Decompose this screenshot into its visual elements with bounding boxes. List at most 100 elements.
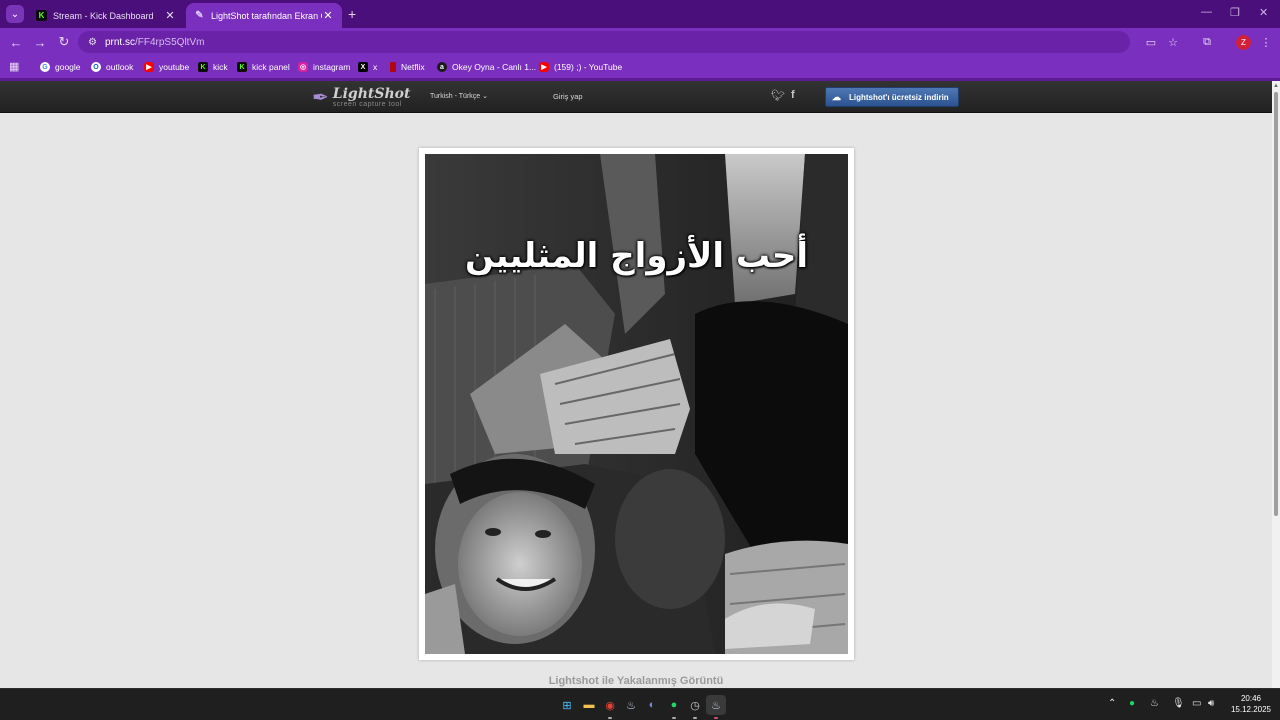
chrome-icon[interactable]: ◉ [600, 695, 620, 715]
bookmark-label: Netflix [401, 62, 425, 72]
chevron-down-icon: ⌄ [10, 8, 20, 20]
bookmark-outlook[interactable]: Ooutlook [91, 59, 133, 75]
browser-toolbar: ← → ↻ ⚙ prnt.sc/FF4rpS5QltVm ▭ ☆ ⧉ ⋮ [0, 28, 1280, 56]
bookmark-x[interactable]: Xx [358, 59, 377, 75]
tray-overflow-icon[interactable]: ⌃ [1108, 698, 1116, 709]
login-link[interactable]: Giriş yap [553, 92, 583, 101]
tab-kick-dashboard[interactable]: K Stream - Kick Dashboard ✕ [28, 3, 184, 28]
download-button-label: Lightshot'ı ücretsiz indirin [849, 92, 949, 102]
lightshot-header: ✒ LightShot screen capture tool Turkish … [0, 81, 1272, 113]
okey-icon: a [437, 62, 447, 72]
new-tab-button[interactable]: + [348, 6, 356, 22]
bookmarks-bar: ▦ Ggoogle Ooutlook ▶ youtube Kkick Kkick … [0, 56, 1280, 78]
browser-tab-strip: ⌄ K Stream - Kick Dashboard ✕ ✎ LightSho… [0, 0, 1280, 28]
bookmark-instagram[interactable]: ◎ instagram [298, 59, 350, 75]
menu-icon[interactable]: ⋮ [1259, 35, 1273, 49]
microphone-icon[interactable]: 🎙︎ [1172, 698, 1185, 709]
logo-tagline: screen capture tool [332, 101, 402, 108]
x-icon: X [358, 62, 368, 72]
tab-lightshot[interactable]: ✎ LightShot tarafından Ekran Görü ✕ [186, 3, 342, 28]
windows-start-icon[interactable]: ⊞ [557, 695, 577, 715]
running-indicator [693, 717, 697, 719]
close-tab-icon[interactable]: ✕ [164, 9, 176, 22]
reload-button[interactable]: ↻ [56, 34, 72, 50]
language-selector[interactable]: Turkish - Türkçe ⌄ [430, 92, 488, 100]
apps-grid-icon[interactable]: ▦ [9, 60, 19, 73]
taskbar-clock[interactable]: 20:46 15.12.2025 [1226, 693, 1276, 715]
google-icon: G [40, 62, 50, 72]
clock-app-icon[interactable]: ◷ [685, 695, 705, 715]
site-info-icon[interactable]: ⚙ [88, 37, 97, 48]
file-explorer-icon[interactable]: ▬ [579, 695, 599, 715]
steam-tray-icon[interactable]: ♨ [1150, 698, 1159, 709]
restore-button[interactable]: ❐ [1230, 6, 1240, 19]
taskbar: ⊞ ▬ ◉ ♨ ◐ ● ◷ ♨ ⌃ ● ♨ 🎙︎ ▭ 🔊︎ 20:46 15.1… [0, 688, 1280, 720]
steam-icon[interactable]: ♨ [621, 695, 641, 715]
bookmark-label: instagram [313, 62, 351, 72]
screenshot-caption: Lightshot ile Yakalanmış Görüntü [548, 675, 724, 687]
clock-date: 15.12.2025 [1230, 705, 1272, 714]
bookmark-label: (159) ;) - YouTube [554, 62, 623, 72]
facebook-icon[interactable]: f [791, 89, 795, 101]
scrollbar-thumb[interactable] [1274, 92, 1278, 516]
minimize-button[interactable]: — [1201, 6, 1212, 18]
tab-title: LightShot tarafından Ekran Görü [211, 10, 322, 21]
url-host: prnt.sc [104, 36, 135, 48]
steam-active-icon[interactable]: ♨ [706, 695, 726, 715]
spotify-icon[interactable]: ● [664, 695, 684, 715]
bookmark-label: outlook [106, 62, 134, 72]
kick-icon: K [237, 62, 247, 72]
forward-button[interactable]: → [32, 34, 48, 50]
active-indicator [714, 717, 718, 719]
back-button[interactable]: ← [8, 34, 24, 50]
running-indicator [608, 717, 612, 719]
bookmark-youtube-video[interactable]: ▶ (159) ;) - YouTube [539, 59, 622, 75]
scroll-up-icon[interactable]: ▲ [1273, 83, 1279, 89]
kick-icon: K [36, 10, 47, 21]
bookmark-label: x [373, 62, 378, 72]
bookmark-label: google [55, 62, 81, 72]
running-indicator [672, 717, 676, 719]
lightshot-logo[interactable]: ✒ LightShot screen capture tool [312, 85, 410, 110]
twitter-icon[interactable]: 🐦︎ [771, 89, 785, 102]
logo-name: LightShot [332, 86, 411, 102]
extensions-icon[interactable]: ⧉ [1200, 35, 1214, 49]
language-label: Turkish - Türkçe [430, 93, 481, 100]
screenshot-photo [425, 154, 848, 654]
clock-time: 20:46 [1240, 694, 1262, 703]
tab-title: Stream - Kick Dashboard [53, 10, 154, 21]
network-icon[interactable]: ▭ [1192, 698, 1201, 709]
bookmark-label: kick panel [252, 62, 290, 72]
profile-avatar[interactable]: Z [1236, 35, 1251, 50]
screenshot-image[interactable]: أحب الأزواج المثليين [425, 154, 848, 654]
feather-icon: ✒ [312, 87, 329, 109]
bookmark-star-icon[interactable]: ☆ [1166, 35, 1180, 49]
close-window-button[interactable]: ✕ [1259, 6, 1268, 19]
bookmark-kick-panel[interactable]: Kkick panel [237, 59, 290, 75]
bookmark-netflix[interactable]: Netflix [390, 59, 425, 75]
bookmark-kick[interactable]: Kkick [198, 59, 228, 75]
cast-icon[interactable]: ▭ [1144, 35, 1158, 49]
instagram-icon: ◎ [298, 62, 308, 72]
bookmark-youtube[interactable]: ▶ youtube [144, 59, 189, 75]
netflix-icon [390, 62, 396, 72]
bookmark-label: Okey Oyna - Canlı 1... [452, 62, 537, 72]
bookmark-google[interactable]: Ggoogle [40, 59, 81, 75]
download-button[interactable]: ☁ Lightshot'ı ücretsiz indirin [825, 87, 959, 107]
kick-icon: K [198, 62, 208, 72]
tab-search-button[interactable]: ⌄ [6, 5, 24, 23]
bookmark-label: youtube [159, 62, 190, 72]
spotify-tray-icon[interactable]: ● [1129, 698, 1135, 709]
volume-icon[interactable]: 🔊︎ [1208, 698, 1214, 709]
bookmark-okey[interactable]: a Okey Oyna - Canlı 1... [437, 59, 536, 75]
discord-icon[interactable]: ◐ [642, 695, 662, 715]
chevron-down-icon: ⌄ [482, 93, 489, 100]
outlook-icon: O [91, 62, 101, 72]
close-tab-icon[interactable]: ✕ [322, 9, 334, 22]
bookmark-label: kick [213, 62, 228, 72]
lightshot-icon: ✎ [195, 10, 204, 21]
youtube-icon: ▶ [539, 62, 549, 72]
address-bar[interactable]: ⚙ prnt.sc/FF4rpS5QltVm [78, 31, 1130, 53]
url-path: /FF4rpS5QltVm [134, 36, 205, 48]
screenshot-overlay-text: أحب الأزواج المثليين [465, 236, 808, 276]
